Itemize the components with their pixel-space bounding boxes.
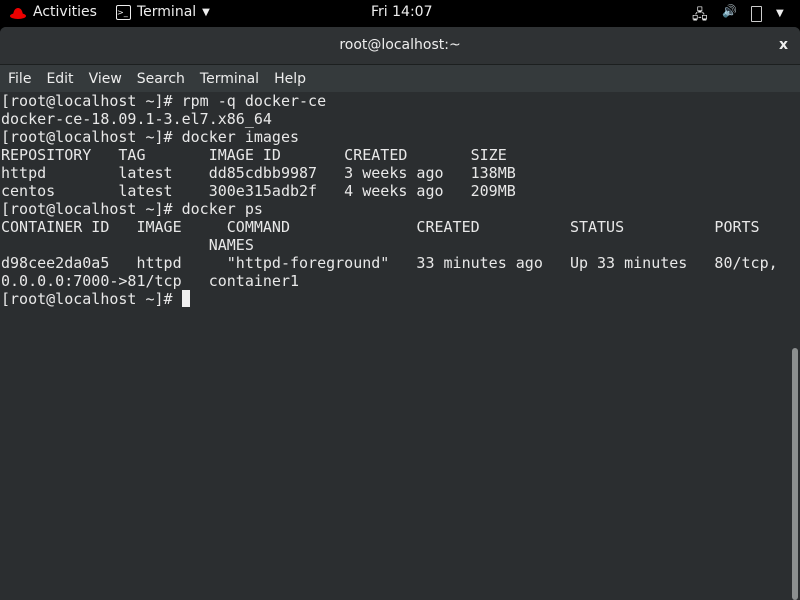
terminal-line: [root@localhost ~]# docker ps bbox=[1, 200, 263, 218]
network-icon[interactable]: 🖧 bbox=[692, 4, 708, 28]
top-bar: Activities >_ Terminal ▼ Fri 14:07 🖧 🔊 ▼ bbox=[0, 0, 800, 27]
terminal-line: REPOSITORY TAG IMAGE ID CREATED SIZE bbox=[1, 146, 507, 164]
redhat-logo-icon bbox=[10, 6, 26, 19]
volume-icon[interactable]: 🔊 bbox=[722, 4, 737, 18]
menu-edit[interactable]: Edit bbox=[46, 71, 73, 87]
system-menu-chevron-icon[interactable]: ▼ bbox=[776, 8, 784, 19]
close-icon[interactable]: x bbox=[779, 27, 788, 64]
terminal-line: [root@localhost ~]# docker images bbox=[1, 128, 300, 146]
terminal-app-menu[interactable]: >_ Terminal ▼ bbox=[116, 4, 210, 20]
terminal-line: CONTAINER ID IMAGE COMMAND CREATED STATU… bbox=[1, 218, 760, 236]
clock[interactable]: Fri 14:07 bbox=[371, 4, 432, 20]
terminal-window: root@localhost:~ x File Edit View Search… bbox=[0, 27, 800, 600]
terminal-line: d98cee2da0a5 httpd "httpd-foreground" 33… bbox=[1, 254, 778, 272]
scrollbar-thumb[interactable] bbox=[792, 348, 798, 600]
menu-terminal[interactable]: Terminal bbox=[200, 71, 259, 87]
menu-bar: File Edit View Search Terminal Help bbox=[0, 65, 800, 92]
terminal-icon: >_ bbox=[116, 4, 131, 20]
text-cursor bbox=[181, 290, 190, 307]
terminal-line: 0.0.0.0:7000->81/tcp container1 bbox=[1, 272, 300, 290]
terminal-line: httpd latest dd85cdbb9987 3 weeks ago 13… bbox=[1, 164, 516, 182]
menu-help[interactable]: Help bbox=[274, 71, 306, 87]
terminal-line: docker-ce-18.09.1-3.el7.x86_64 bbox=[1, 110, 272, 128]
terminal-line: NAMES bbox=[1, 236, 254, 254]
menu-view[interactable]: View bbox=[89, 71, 122, 87]
terminal-line: centos latest 300e315adb2f 4 weeks ago 2… bbox=[1, 182, 516, 200]
terminal-line: [root@localhost ~]# rpm -q docker-ce bbox=[1, 92, 327, 110]
title-bar: root@localhost:~ x bbox=[0, 27, 800, 65]
activities-button[interactable]: Activities bbox=[33, 4, 97, 20]
app-name: Terminal bbox=[137, 4, 197, 20]
menu-search[interactable]: Search bbox=[137, 71, 185, 87]
terminal-output[interactable]: [root@localhost ~]# rpm -q docker-ce doc… bbox=[0, 92, 790, 600]
battery-icon[interactable] bbox=[751, 6, 762, 22]
prompt: [root@localhost ~]# bbox=[1, 290, 182, 308]
menu-file[interactable]: File bbox=[8, 71, 31, 87]
window-title: root@localhost:~ bbox=[339, 37, 461, 53]
chevron-down-icon: ▼ bbox=[202, 6, 210, 18]
prompt-line[interactable]: [root@localhost ~]# bbox=[0, 290, 790, 308]
scrollbar[interactable] bbox=[790, 92, 800, 600]
